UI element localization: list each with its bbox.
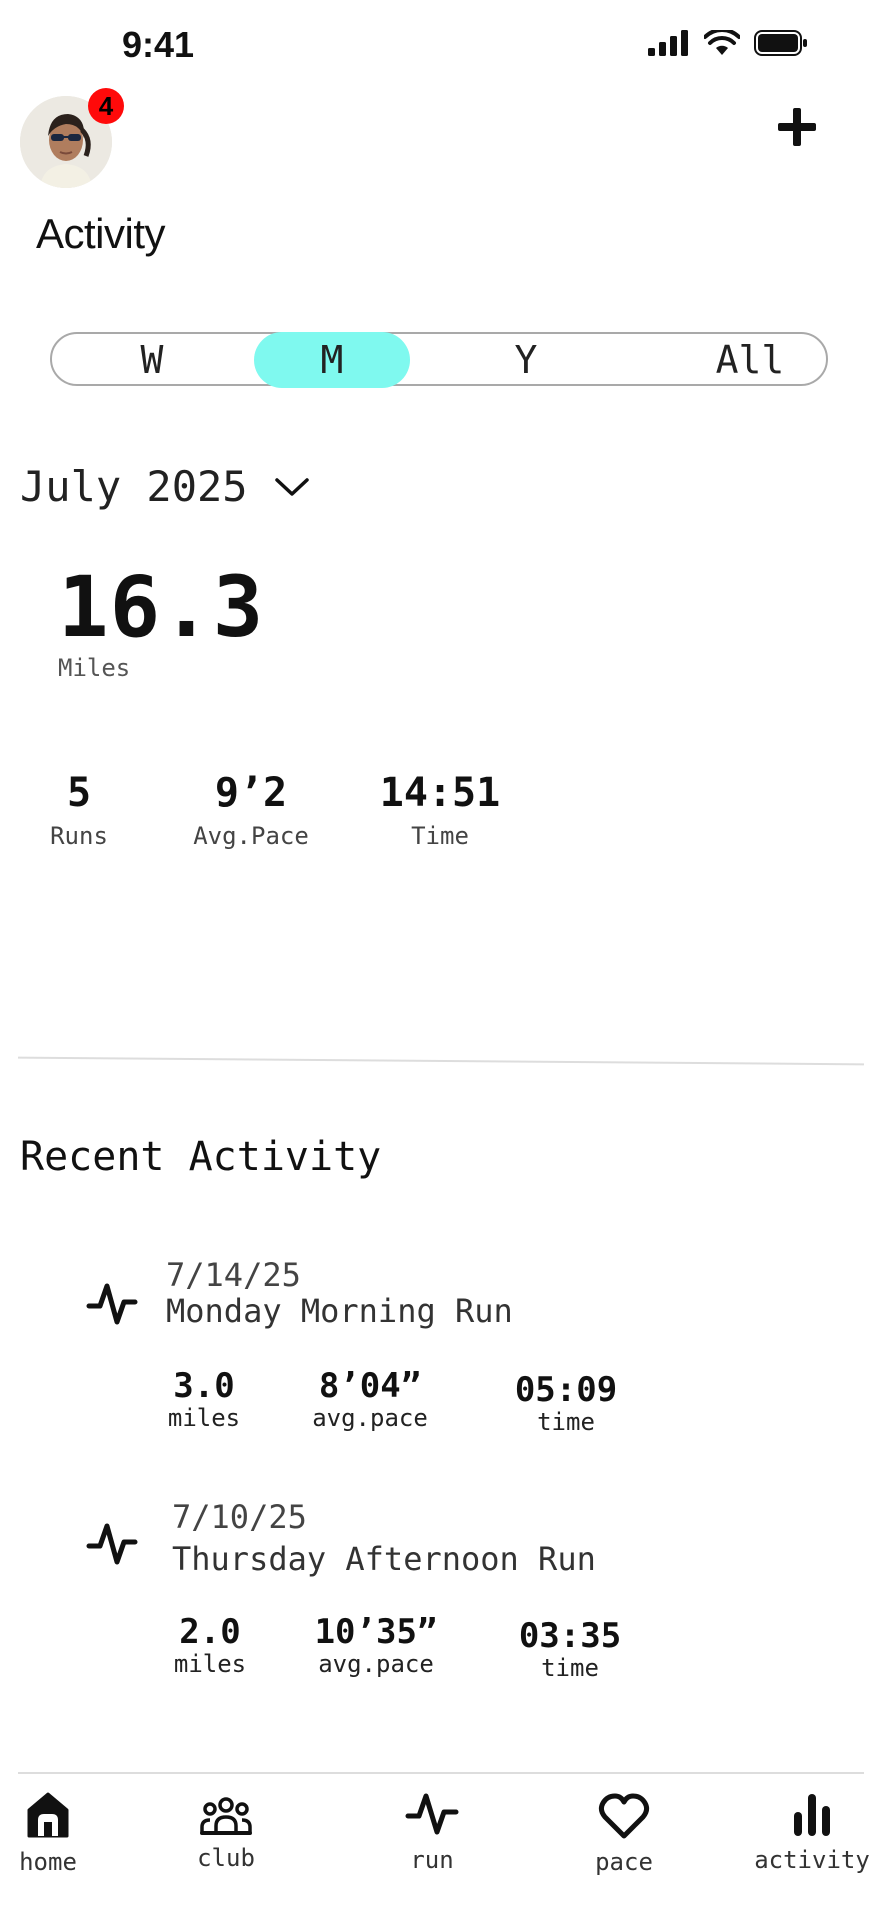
pulse-icon xyxy=(405,1793,459,1835)
tab-club-label: club xyxy=(197,1844,255,1872)
page-title: Activity xyxy=(36,210,166,257)
activity-miles-value: 3.0 xyxy=(173,1366,235,1406)
stat-time-label: Time xyxy=(411,822,469,850)
status-icons xyxy=(648,30,808,56)
activity-time: 05:09 time xyxy=(506,1370,626,1436)
stat-runs-label: Runs xyxy=(50,822,108,850)
activity-time-label: time xyxy=(541,1654,599,1682)
activity-pace: 8’04” avg.pace xyxy=(306,1366,434,1432)
stat-time: 14:51 Time xyxy=(370,770,510,850)
total-miles-unit: Miles xyxy=(58,654,131,682)
activity-date: 7/10/25 xyxy=(172,1498,307,1536)
activity-pulse-icon xyxy=(86,1280,138,1332)
chevron-down-icon xyxy=(274,477,309,496)
activity-pace-label: avg.pace xyxy=(318,1650,434,1678)
tab-home[interactable]: home xyxy=(10,1790,86,1876)
stat-avg-pace: 9’2 Avg.Pace xyxy=(186,770,316,850)
month-label: July 2025 xyxy=(20,462,248,511)
stat-runs-value: 5 xyxy=(66,770,92,816)
tab-club[interactable]: club xyxy=(186,1796,266,1872)
activity-time-value: 05:09 xyxy=(514,1370,618,1410)
tab-activity-label: activity xyxy=(754,1846,870,1874)
activity-miles-label: miles xyxy=(167,1404,241,1432)
stat-runs: 5 Runs xyxy=(36,770,122,850)
wifi-icon xyxy=(704,30,740,55)
activity-pace-label: avg.pace xyxy=(312,1404,428,1432)
bar-chart-icon xyxy=(794,1794,830,1836)
activity-pace-value: 8’04” xyxy=(318,1366,422,1406)
group-icon xyxy=(200,1797,252,1835)
stat-avg-pace-label: Avg.Pace xyxy=(193,822,309,850)
activity-miles-value: 2.0 xyxy=(179,1612,241,1652)
activity-date: 7/14/25 xyxy=(166,1256,301,1294)
segment-month[interactable]: M xyxy=(254,334,410,386)
activity-time-label: time xyxy=(537,1408,595,1436)
tab-home-label: home xyxy=(19,1848,77,1876)
heart-icon xyxy=(598,1793,650,1839)
section-divider xyxy=(18,1056,864,1066)
tab-bar-divider xyxy=(18,1772,864,1774)
stat-time-value: 14:51 xyxy=(379,770,501,816)
activity-time: 03:35 time xyxy=(510,1616,630,1682)
status-time: 9:41 xyxy=(122,24,195,65)
activity-time-value: 03:35 xyxy=(518,1616,622,1656)
tab-pace[interactable]: pace xyxy=(586,1792,662,1876)
activity-miles-label: miles xyxy=(173,1650,247,1678)
segment-week[interactable]: W xyxy=(100,334,204,386)
tab-activity[interactable]: activity xyxy=(752,1790,872,1874)
tab-pace-label: pace xyxy=(595,1848,653,1876)
total-miles-value: 16.3 xyxy=(58,558,265,656)
activity-name[interactable]: Thursday Afternoon Run xyxy=(172,1540,596,1578)
home-icon xyxy=(27,1792,69,1838)
plus-icon xyxy=(778,108,816,146)
activity-pace-value: 10’35” xyxy=(314,1612,438,1652)
notification-badge: 4 xyxy=(88,88,124,124)
activity-name[interactable]: Monday Morning Run xyxy=(166,1292,513,1330)
add-button[interactable] xyxy=(778,108,816,150)
recent-activity-heading: Recent Activity xyxy=(20,1134,382,1180)
battery-icon xyxy=(754,30,807,56)
activity-pace: 10’35” avg.pace xyxy=(306,1612,446,1678)
segment-year[interactable]: Y xyxy=(476,334,576,386)
activity-miles: 2.0 miles xyxy=(170,1612,250,1678)
signal-icon xyxy=(648,30,688,56)
stat-avg-pace-value: 9’2 xyxy=(214,770,288,816)
tab-run-label: run xyxy=(410,1846,454,1874)
tab-run[interactable]: run xyxy=(394,1790,470,1874)
segment-all[interactable]: All xyxy=(700,334,800,386)
activity-miles: 3.0 miles xyxy=(164,1366,244,1432)
month-selector[interactable]: July 2025 xyxy=(20,462,310,511)
activity-pulse-icon xyxy=(86,1520,138,1572)
